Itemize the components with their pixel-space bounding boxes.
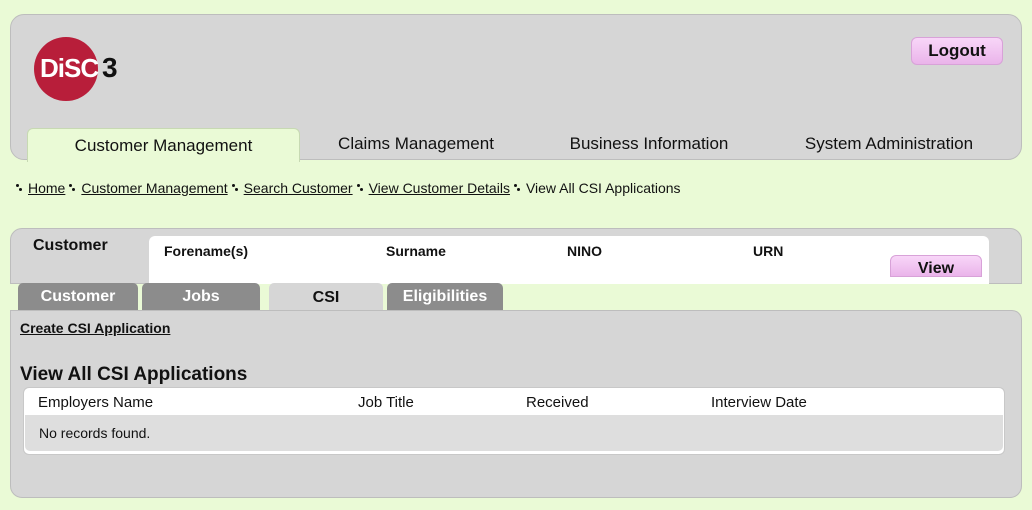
tab-eligibilities[interactable]: Eligibilities — [387, 283, 503, 311]
customer-summary-panel: Customer Forename(s) Surname NINO URN Vi… — [10, 228, 1022, 284]
logo-text: DiSC — [40, 53, 99, 83]
urn-header: URN — [753, 243, 784, 259]
breadcrumb-customer-management[interactable]: Customer Management — [81, 180, 227, 196]
nino-header: NINO — [567, 243, 602, 259]
breadcrumb-home[interactable]: Home — [28, 180, 65, 196]
tab-claims-management[interactable]: Claims Management — [311, 128, 521, 160]
create-csi-application-link[interactable]: Create CSI Application — [20, 320, 170, 336]
logout-button[interactable]: Logout — [911, 37, 1003, 65]
view-customer-button[interactable]: View — [890, 255, 982, 277]
breadcrumb: Home Customer Management Search Customer… — [12, 180, 681, 196]
tab-system-administration[interactable]: System Administration — [787, 128, 991, 160]
logo-number: 3 — [102, 52, 118, 83]
tab-jobs[interactable]: Jobs — [142, 283, 260, 311]
csi-content-panel: Create CSI Application View All CSI Appl… — [10, 310, 1022, 498]
section-title: View All CSI Applications — [20, 364, 248, 385]
breadcrumb-separator-icon — [16, 183, 23, 193]
breadcrumb-search-customer[interactable]: Search Customer — [244, 180, 353, 196]
customer-fields: Forename(s) Surname NINO URN — [149, 236, 989, 284]
column-received: Received — [526, 394, 589, 411]
tab-csi[interactable]: CSI — [269, 283, 383, 313]
breadcrumb-view-customer-details[interactable]: View Customer Details — [369, 180, 510, 196]
breadcrumb-separator-icon — [231, 183, 239, 193]
customer-label: Customer — [33, 237, 108, 254]
customer-sub-tabs: Customer Jobs CSI Eligibilities — [18, 283, 518, 313]
column-employers-name: Employers Name — [38, 394, 154, 411]
tab-customer-management[interactable]: Customer Management — [27, 128, 300, 162]
table-row: No records found. — [25, 415, 1003, 451]
app-header: DiSC 3 Logout Customer Management Claims… — [10, 14, 1023, 162]
breadcrumb-separator-icon — [513, 183, 521, 193]
csi-applications-table: Employers Name Job Title Received Interv… — [23, 387, 1005, 455]
disc3-logo: DiSC 3 — [34, 37, 154, 103]
breadcrumb-current: View All CSI Applications — [525, 180, 681, 196]
forename-header: Forename(s) — [164, 243, 249, 259]
breadcrumb-separator-icon — [356, 183, 364, 193]
column-job-title: Job Title — [358, 394, 414, 411]
empty-message: No records found. — [39, 425, 151, 441]
tab-customer[interactable]: Customer — [18, 283, 138, 311]
column-interview-date: Interview Date — [711, 394, 807, 411]
tab-business-information[interactable]: Business Information — [551, 128, 747, 160]
main-nav-tabs: Customer Management Claims Management Bu… — [11, 128, 1023, 162]
breadcrumb-separator-icon — [69, 183, 76, 193]
surname-header: Surname — [386, 243, 446, 259]
